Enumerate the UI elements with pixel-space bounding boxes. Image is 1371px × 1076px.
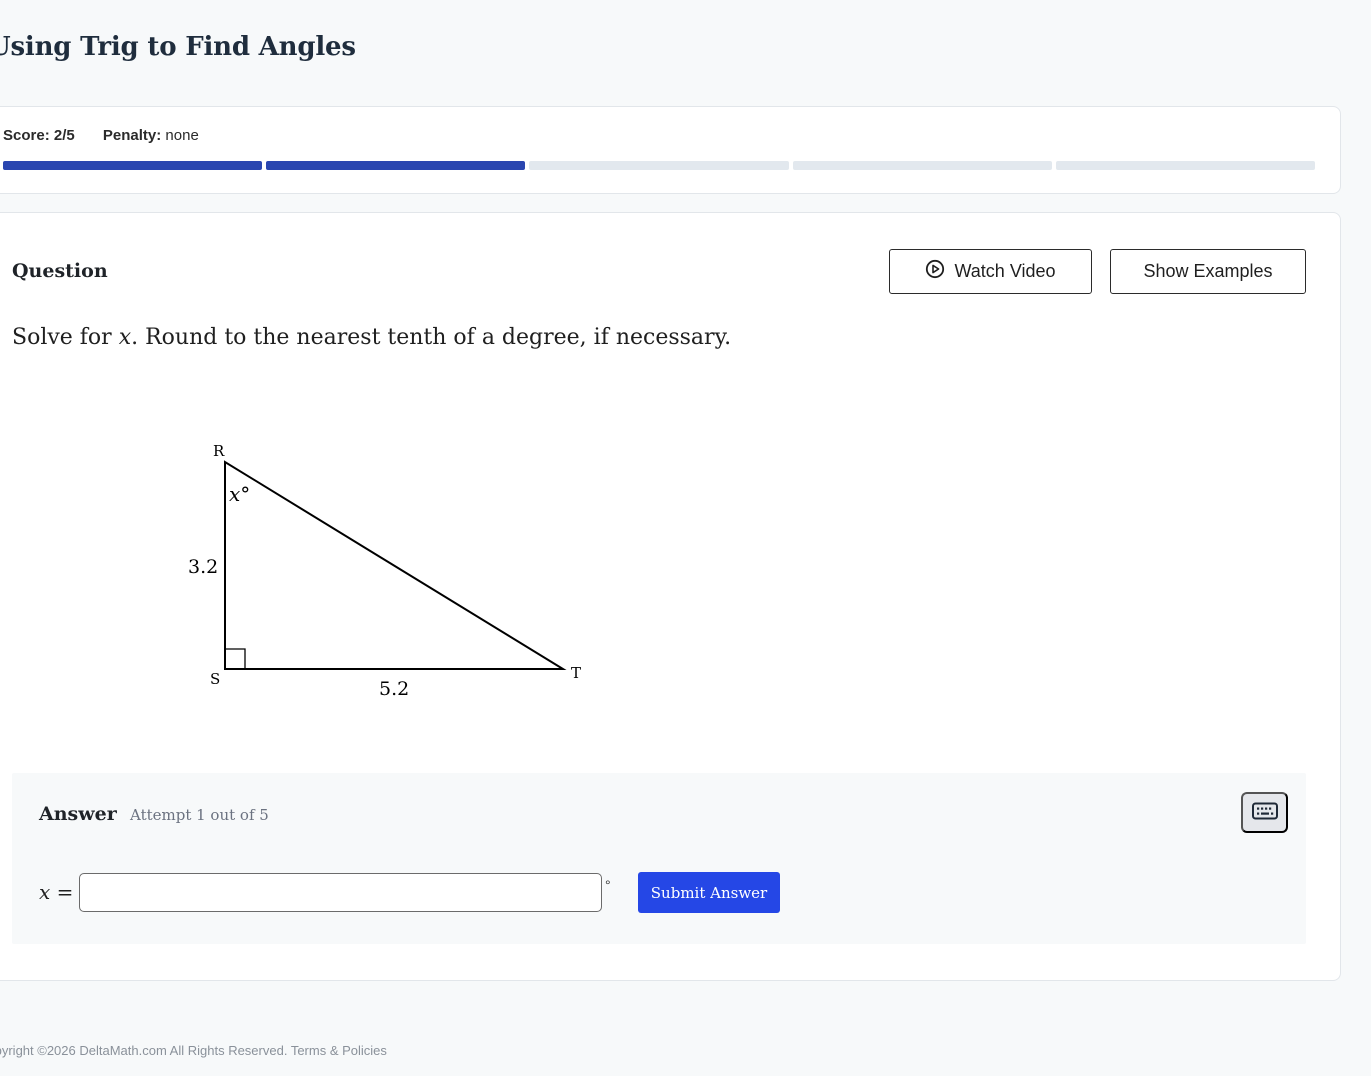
score-line: Score: 2/5 Penalty: none xyxy=(3,127,199,144)
show-examples-label: Show Examples xyxy=(1143,261,1273,281)
prompt-before: Solve for xyxy=(12,325,119,350)
answer-input[interactable] xyxy=(79,873,602,912)
question-prompt: Solve for x. Round to the nearest tenth … xyxy=(12,325,731,350)
progress-segment xyxy=(266,161,526,170)
show-examples-button[interactable]: Show Examples xyxy=(1110,249,1306,294)
progress-segment xyxy=(792,161,1052,170)
vertex-r-label: R xyxy=(213,442,225,460)
keyboard-toggle-button[interactable] xyxy=(1241,792,1288,833)
score-value: 2/5 xyxy=(53,127,75,144)
watch-video-label: Watch Video xyxy=(954,261,1056,281)
progress-bar xyxy=(3,161,1316,170)
prompt-variable: x xyxy=(118,325,132,350)
watch-video-button[interactable]: Watch Video xyxy=(889,249,1092,294)
keyboard-icon xyxy=(1251,802,1278,823)
submit-answer-button[interactable]: Submit Answer xyxy=(638,872,780,913)
answer-equals: = xyxy=(56,880,74,904)
play-circle-icon xyxy=(925,259,945,284)
progress-segment xyxy=(3,161,263,170)
question-card: Question Watch Video Show Examples Solve… xyxy=(0,212,1341,981)
degree-unit: ° xyxy=(605,877,611,893)
progress-segment xyxy=(529,161,789,170)
vertex-t-label: T xyxy=(571,664,581,682)
prompt-after: . Round to the nearest tenth of a degree… xyxy=(131,325,732,350)
page-title: Using Trig to Find Angles xyxy=(0,32,356,62)
score-label: Score: xyxy=(3,127,50,144)
angle-x-label: x° xyxy=(229,482,250,506)
answer-variable-label: x = xyxy=(39,880,73,904)
answer-title: Answer xyxy=(39,803,117,825)
penalty-label: Penalty: xyxy=(102,127,162,144)
side-st-label: 5.2 xyxy=(379,678,409,700)
vertex-s-label: S xyxy=(210,670,220,688)
penalty-value: none xyxy=(165,127,199,144)
side-rs-label: 3.2 xyxy=(188,556,218,578)
question-heading: Question xyxy=(12,260,108,282)
score-card: Score: 2/5 Penalty: none xyxy=(0,106,1341,194)
answer-var: x xyxy=(39,880,51,904)
triangle-shape xyxy=(224,460,567,670)
attempt-counter: Attempt 1 out of 5 xyxy=(130,806,269,824)
answer-section: Answer Attempt 1 out of 5 x = ° Submit A… xyxy=(12,773,1306,944)
right-angle-marker xyxy=(225,648,246,669)
progress-segment xyxy=(1055,161,1316,170)
footer-copyright: Copyright ©2026 DeltaMath.com All Rights… xyxy=(0,1043,387,1058)
triangle-figure: R S T x° 3.2 5.2 xyxy=(188,442,581,700)
